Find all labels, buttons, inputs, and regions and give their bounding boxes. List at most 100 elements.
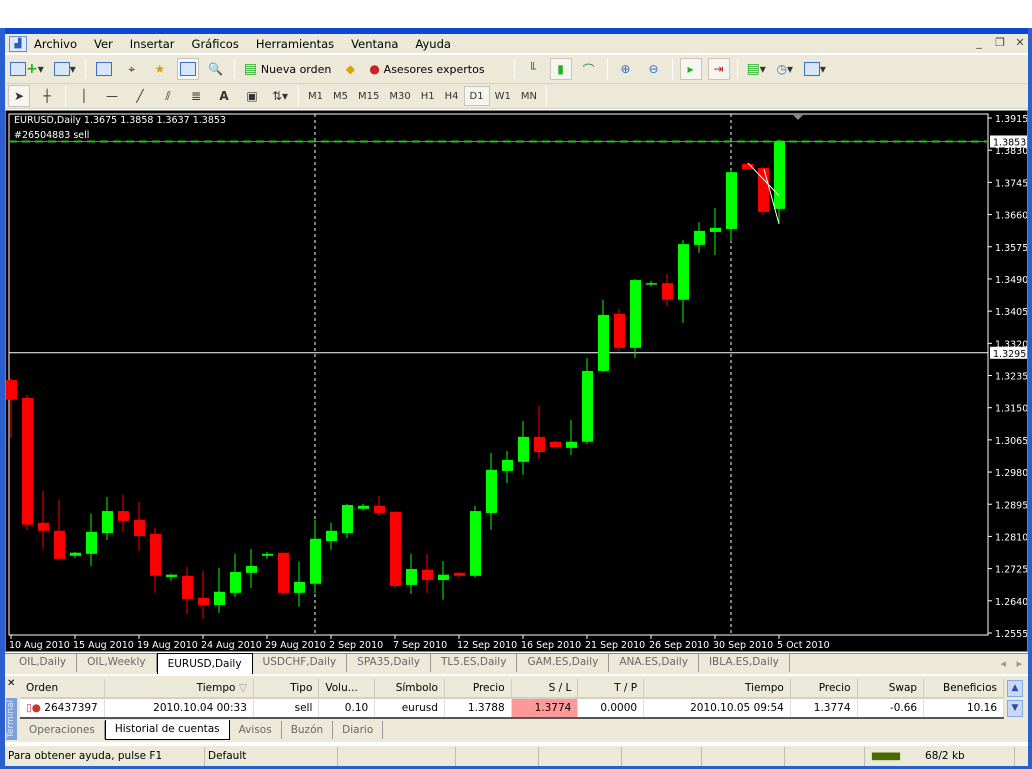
col-tp[interactable]: T / P	[577, 679, 645, 699]
candle-bear	[22, 397, 33, 525]
market-watch-button[interactable]	[93, 58, 115, 80]
arrows-button[interactable]: ⇅▾	[269, 85, 291, 107]
profiles-button[interactable]: ▾	[52, 58, 78, 80]
menu-ventana[interactable]: Ventana	[344, 37, 408, 51]
tab-buzon[interactable]: Buzón	[282, 721, 334, 739]
text-button[interactable]: A	[213, 85, 235, 107]
new-chart-button[interactable]: + ▾	[8, 58, 46, 80]
menu-insertar[interactable]: Insertar	[123, 37, 185, 51]
tab-gam-daily[interactable]: GAM.ES,Daily	[517, 654, 610, 672]
new-order-button[interactable]: ▤ Nueva orden	[242, 58, 334, 80]
menu-herramientas[interactable]: Herramientas	[249, 37, 344, 51]
vertical-line-button[interactable]: │	[73, 85, 95, 107]
tabs-scroll-left-icon[interactable]: ◂	[1000, 657, 1006, 670]
candle-bull	[582, 370, 593, 442]
auto-scroll-button[interactable]: ▸	[679, 58, 702, 80]
candle-bull	[486, 469, 497, 513]
minimize-icon[interactable]: _	[970, 36, 988, 51]
chart-shift-button[interactable]: ⇥	[707, 58, 730, 80]
templates-button[interactable]: ▾	[802, 58, 828, 80]
cell-precio-cierre: 1.3774	[790, 698, 858, 719]
crosshair-icon: ┼	[43, 89, 51, 103]
app-chart-icon[interactable]: ▟	[9, 35, 27, 52]
zoom-out-button[interactable]: ⊖	[643, 58, 665, 80]
col-precio-cierre[interactable]: Precio	[790, 679, 858, 699]
candlestick-chart[interactable]: 1.39151.38301.37451.36601.35751.34901.34…	[6, 111, 1027, 651]
trendline-button[interactable]: ╱	[129, 85, 151, 107]
candle-bear	[182, 575, 193, 599]
data-window-button[interactable]: ⌖	[121, 58, 143, 80]
timeframe-m1[interactable]: M1	[303, 86, 328, 106]
bar-chart-button[interactable]: ╙	[522, 58, 544, 80]
chart-window[interactable]: 1.3915 1.3830 1.3745 1.3660 1.3575 1.3490 1.34…	[5, 110, 1028, 652]
tab-ana-daily[interactable]: ANA.ES,Daily	[609, 654, 699, 672]
tab-diario[interactable]: Diario	[333, 721, 384, 739]
timeframe-m5[interactable]: M5	[328, 86, 353, 106]
col-tiempo-cierre[interactable]: Tiempo	[643, 679, 791, 699]
separator	[736, 59, 738, 79]
tab-spa35-daily[interactable]: SPA35,Daily	[347, 654, 431, 672]
line-chart-button[interactable]: ⌒	[578, 58, 600, 80]
candle-bull	[710, 227, 721, 232]
candle-bull	[166, 574, 177, 577]
timeframe-mn[interactable]: MN	[516, 86, 542, 106]
equidistant-channel-button[interactable]: ⫽	[157, 85, 179, 107]
col-orden[interactable]: Orden	[20, 679, 106, 699]
restore-icon[interactable]: ❐	[991, 36, 1009, 51]
tab-tl5-daily[interactable]: TL5.ES,Daily	[431, 654, 518, 672]
separator	[545, 86, 547, 106]
timeframe-h1[interactable]: H1	[416, 86, 440, 106]
strategy-tester-button[interactable]: 🔍	[205, 58, 227, 80]
menu-ver[interactable]: Ver	[87, 37, 123, 51]
text-label-button[interactable]: ▣	[241, 85, 263, 107]
close-icon[interactable]: ✕	[1011, 36, 1029, 51]
tab-usdchf-daily[interactable]: USDCHF,Daily	[253, 654, 348, 672]
timeframe-d1[interactable]: D1	[463, 86, 490, 106]
col-simbolo[interactable]: Símbolo	[374, 679, 445, 699]
tab-ibla-daily[interactable]: IBLA.ES,Daily	[699, 654, 790, 672]
timeframe-h4[interactable]: H4	[440, 86, 464, 106]
x-tick-label: 29 Aug 2010	[265, 640, 326, 651]
x-tick-label: 5 Oct 2010	[777, 640, 830, 651]
navigator-button[interactable]: ★	[149, 58, 171, 80]
col-precio[interactable]: Precio	[444, 679, 512, 699]
expert-advisors-button[interactable]: ● Asesores expertos	[367, 58, 486, 80]
y-tick-label: 1.3235	[995, 372, 1027, 383]
col-tipo[interactable]: Tipo	[253, 679, 320, 699]
timeframe-m15[interactable]: M15	[353, 86, 384, 106]
status-empty-2	[456, 746, 539, 766]
tabs-scroll-right-icon[interactable]: ▸	[1016, 657, 1022, 670]
col-swap[interactable]: Swap	[857, 679, 925, 699]
timeframe-m30[interactable]: M30	[384, 86, 415, 106]
menu-archivo[interactable]: Archivo	[27, 37, 87, 51]
horizontal-line-button[interactable]: —	[101, 85, 123, 107]
tab-operaciones[interactable]: Operaciones	[20, 721, 105, 739]
tab-avisos[interactable]: Avisos	[230, 721, 282, 739]
metaeditor-button[interactable]: ◆	[339, 58, 361, 80]
cursor-button[interactable]: ➤	[8, 85, 30, 107]
fibonacci-button[interactable]: ≣	[185, 85, 207, 107]
tab-eurusd-daily[interactable]: EURUSD,Daily	[156, 653, 253, 674]
tab-oil-weekly[interactable]: OIL,Weekly	[77, 654, 157, 672]
crosshair-button[interactable]: ┼	[36, 85, 58, 107]
indicators-button[interactable]: ▤ ▾	[745, 58, 768, 80]
col-sl[interactable]: S / L	[511, 679, 579, 699]
terminal-close-icon[interactable]: ✕	[7, 678, 15, 689]
menu-ayuda[interactable]: Ayuda	[408, 37, 461, 51]
periods-button[interactable]: ◷ ▾	[774, 58, 796, 80]
col-volumen[interactable]: Volu...	[318, 679, 376, 699]
tab-oil-daily[interactable]: OIL,Daily	[9, 654, 78, 672]
zoom-in-button[interactable]: ⊕	[615, 58, 637, 80]
candlestick-button[interactable]: ▮	[549, 58, 572, 80]
scroll-up-button[interactable]: ▲	[1007, 680, 1023, 697]
table-row[interactable]: ▯● 26437397 2010.10.04 00:33 sell 0.10 e…	[20, 698, 1004, 719]
scroll-down-button[interactable]: ▼	[1007, 700, 1023, 717]
terminal-button[interactable]	[176, 58, 199, 80]
candle-bear	[550, 441, 561, 448]
tab-historial-cuentas[interactable]: Historial de cuentas	[104, 720, 230, 740]
col-tiempo[interactable]: Tiempo ▽	[104, 679, 254, 699]
menu-graficos[interactable]: Gráficos	[185, 37, 249, 51]
timeframe-w1[interactable]: W1	[490, 86, 516, 106]
col-beneficios[interactable]: Beneficios	[923, 679, 1004, 699]
cell-tp: 0.0000	[577, 698, 645, 719]
